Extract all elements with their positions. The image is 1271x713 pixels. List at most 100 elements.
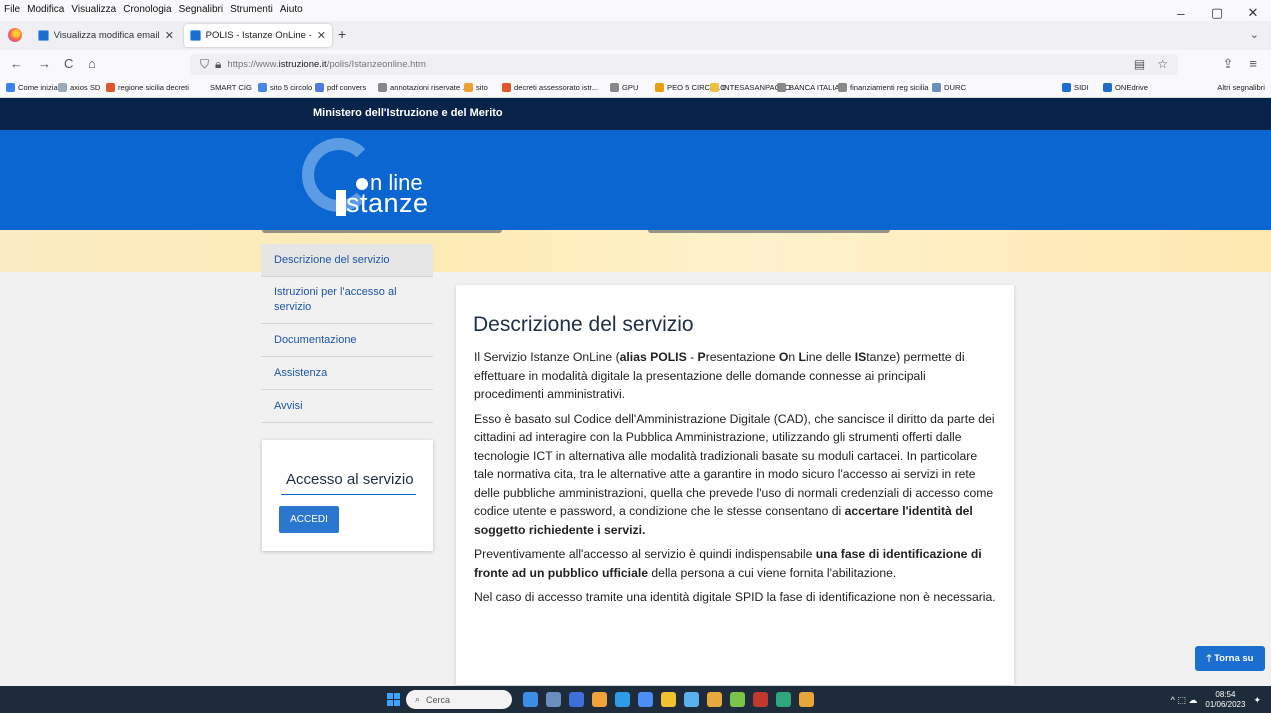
windows-start-icon[interactable] xyxy=(387,693,400,706)
content-panel: Descrizione del servizio Il Servizio Ist… xyxy=(456,285,1014,685)
bookmark-item[interactable]: sito xyxy=(464,83,488,92)
paragraph: Il Servizio Istanze OnLine (alias POLIS … xyxy=(474,350,965,401)
tab-email[interactable]: Visualizza modifica email - Area ✕ xyxy=(32,24,180,47)
ministry-header: Ministero dell'Istruzione e del Merito xyxy=(0,98,1271,130)
taskbar-app-icon[interactable] xyxy=(707,692,722,707)
taskbar-app-icon[interactable] xyxy=(799,692,814,707)
bookmark-star-icon[interactable]: ☆ xyxy=(1157,57,1168,71)
paragraph: Esso è basato sul Codice dell'Amministra… xyxy=(474,411,995,537)
taskbar-app-icon[interactable] xyxy=(523,692,538,707)
bookmark-icon xyxy=(198,83,207,92)
taskbar-app-icon[interactable] xyxy=(684,692,699,707)
list-tabs-icon[interactable]: ⌄ xyxy=(1250,28,1259,41)
forward-button[interactable]: → xyxy=(38,56,51,71)
description-text: Il Servizio Istanze OnLine (alias POLIS … xyxy=(474,348,998,613)
bookmark-icon xyxy=(655,83,664,92)
bookmark-item[interactable]: SIDI xyxy=(1062,83,1089,92)
bookmark-icon xyxy=(58,83,67,92)
shield-icon[interactable]: ⛉ xyxy=(200,57,209,72)
sidebar-item-assistenza[interactable]: Assistenza xyxy=(261,357,433,390)
taskbar-app-icon[interactable] xyxy=(569,692,584,707)
title-underline xyxy=(281,494,416,495)
taskbar-app-icon[interactable] xyxy=(615,692,630,707)
bookmark-item[interactable]: SMART CIG xyxy=(198,83,252,92)
notifications-icon[interactable]: ✦ xyxy=(1253,695,1261,706)
ministry-name[interactable]: Ministero dell'Istruzione e del Merito xyxy=(313,107,503,119)
bookmark-icon xyxy=(6,83,15,92)
tab-polis[interactable]: POLIS - Istanze OnLine - MI ✕ xyxy=(184,24,332,47)
bookmark-item[interactable]: DURC xyxy=(932,83,966,92)
access-card: Accesso al servizio ACCEDI xyxy=(262,440,433,551)
bookmark-icon xyxy=(777,83,786,92)
system-tray: ^ ⬚ ☁ 08:54 01/06/2023 ✦ xyxy=(1171,690,1261,710)
access-title: Accesso al servizio xyxy=(286,471,414,488)
bookmark-item[interactable]: decreti assessorato istr... xyxy=(502,83,598,92)
clock[interactable]: 08:54 01/06/2023 xyxy=(1205,690,1245,710)
taskbar-search[interactable]: ⌕ Cerca xyxy=(406,690,512,709)
menu-file[interactable]: File xyxy=(4,4,20,15)
back-to-top-button[interactable]: 🡑 Torna su xyxy=(1195,646,1265,671)
taskbar-app-icon[interactable] xyxy=(661,692,676,707)
site-favicon-icon xyxy=(38,30,49,41)
hamburger-menu-icon[interactable]: ≡ xyxy=(1249,56,1257,72)
taskbar-app-icon[interactable] xyxy=(592,692,607,707)
tab-label: POLIS - Istanze OnLine - MI xyxy=(205,30,313,41)
taskbar-app-icon[interactable] xyxy=(730,692,745,707)
bookmark-item[interactable]: pdf convers xyxy=(315,83,366,92)
bookmark-item[interactable]: axios SD xyxy=(58,83,100,92)
accedi-button[interactable]: ACCEDI xyxy=(279,506,339,533)
bookmark-item[interactable]: ONEdrive xyxy=(1103,83,1148,92)
lock-icon[interactable]: 🔒︎ xyxy=(215,57,221,72)
bookmark-icon xyxy=(502,83,511,92)
reload-button[interactable]: C xyxy=(64,56,73,71)
home-button[interactable]: ⌂ xyxy=(88,56,96,71)
sidebar-item-istruzioni[interactable]: Istruzioni per l'accesso al servizio xyxy=(261,277,433,324)
taskbar-app-icon[interactable] xyxy=(753,692,768,707)
bookmark-icon xyxy=(1103,83,1112,92)
other-bookmarks-folder[interactable]: Altri segnalibri xyxy=(1217,83,1265,92)
sidebar-item-documentazione[interactable]: Documentazione xyxy=(261,324,433,357)
bookmark-item[interactable]: sito 5 circolo xyxy=(258,83,312,92)
firefox-icon[interactable] xyxy=(8,28,22,42)
bookmark-item[interactable]: regione sicilia decreti xyxy=(106,83,189,92)
back-button[interactable]: ← xyxy=(10,56,23,71)
bookmark-icon xyxy=(378,83,387,92)
taskbar-app-icon[interactable] xyxy=(776,692,791,707)
bookmark-item[interactable]: BANCA ITALIA xyxy=(777,83,840,92)
menu-cronologia[interactable]: Cronologia xyxy=(123,4,171,15)
menu-segnalibri[interactable]: Segnalibri xyxy=(179,4,223,15)
menu-aiuto[interactable]: Aiuto xyxy=(280,4,303,15)
bookmark-icon xyxy=(106,83,115,92)
paragraph: Nel caso di accesso tramite una identità… xyxy=(474,590,996,604)
address-bar[interactable]: ⛉ 🔒︎ https://www.istruzione.it/polis/Ist… xyxy=(190,54,1178,75)
sidebar-item-descrizione[interactable]: Descrizione del servizio xyxy=(261,244,433,277)
decorative-shadow xyxy=(262,230,502,233)
site-favicon-icon xyxy=(190,30,201,41)
paragraph: Preventivamente all'accesso al servizio … xyxy=(474,547,982,580)
taskbar-app-icon[interactable] xyxy=(638,692,653,707)
bookmark-item[interactable]: GPU xyxy=(610,83,638,92)
close-tab-icon[interactable]: ✕ xyxy=(317,29,326,42)
menu-modifica[interactable]: Modifica xyxy=(27,4,64,15)
tray-icons[interactable]: ^ ⬚ ☁ xyxy=(1171,695,1198,706)
bookmark-item[interactable]: annotazioni riservate ... xyxy=(378,83,469,92)
page-title: Descrizione del servizio xyxy=(473,313,694,336)
menu-strumenti[interactable]: Strumenti xyxy=(230,4,273,15)
sidebar-nav: Descrizione del servizio Istruzioni per … xyxy=(261,244,433,423)
bookmarks-bar: Come iniziare axios SD regione sicilia dec… xyxy=(0,78,1271,98)
new-tab-button[interactable]: + xyxy=(338,26,346,42)
bookmark-item[interactable]: Come iniziare xyxy=(6,83,64,92)
sidebar-item-avvisi[interactable]: Avvisi xyxy=(261,390,433,423)
bookmark-item[interactable]: finanziamenti reg sicilia xyxy=(838,83,929,92)
taskbar-app-icon[interactable] xyxy=(546,692,561,707)
tab-bar: Visualizza modifica email - Area ✕ POLIS… xyxy=(0,21,1271,50)
reader-view-icon[interactable]: ▤ xyxy=(1134,57,1145,71)
bookmark-icon xyxy=(932,83,941,92)
navigation-bar: ← → C ⌂ ⛉ 🔒︎ https://www.istruzione.it/p… xyxy=(0,50,1271,78)
decorative-shadow xyxy=(648,230,890,233)
account-icon[interactable]: ⇪ xyxy=(1223,56,1234,72)
hero-banner: n line stanze xyxy=(0,130,1271,230)
close-tab-icon[interactable]: ✕ xyxy=(165,29,174,42)
menu-visualizza[interactable]: Visualizza xyxy=(71,4,116,15)
taskbar: ⌕ Cerca ^ ⬚ ☁ 08:54 01/06/2023 ✦ xyxy=(0,686,1271,713)
